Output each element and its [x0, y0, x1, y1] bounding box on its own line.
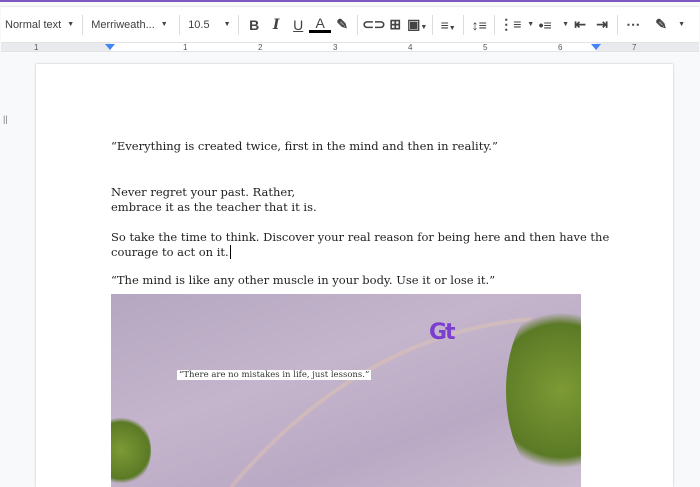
divider	[179, 14, 181, 35]
style-value: Normal text	[5, 18, 62, 31]
ruler[interactable]: 1 1 2 3 4 5 6 7	[1, 42, 699, 52]
comment-icon[interactable]: ⊞	[384, 16, 406, 33]
bulleted-list-icon[interactable]: •≡	[534, 17, 556, 33]
paragraph-text: courage to act on it.	[111, 245, 229, 259]
image-caption: “There are no mistakes in life, just les…	[177, 370, 372, 380]
ruler-label: 6	[558, 43, 563, 52]
underline-icon[interactable]: U	[287, 17, 309, 33]
chevron-down-icon[interactable]: ▼	[527, 21, 534, 28]
right-indent-marker[interactable]	[591, 44, 601, 50]
paragraph: “The mind is like any other muscle in yo…	[111, 273, 496, 287]
font-size-value: 10.5	[188, 18, 210, 31]
paragraph: “Everything is created twice, first in t…	[111, 139, 498, 153]
chevron-down-icon[interactable]: ▼	[678, 21, 685, 28]
drag-handle-icon[interactable]: ||	[3, 114, 8, 124]
line-spacing-icon[interactable]: ↕≡	[468, 17, 490, 33]
text-color-icon[interactable]: A	[309, 16, 332, 33]
logo-watermark: Gt	[429, 320, 456, 345]
image-icon[interactable]: ▣▼	[406, 16, 428, 33]
link-icon[interactable]: ⊂⊃	[362, 16, 385, 33]
ruler-margin-right	[596, 43, 699, 51]
font-value: Merriweath...	[91, 18, 155, 31]
bold-icon[interactable]: B	[243, 17, 265, 33]
edit-mode-icon[interactable]: ✎	[650, 16, 672, 33]
divider	[432, 14, 434, 35]
ruler-margin-left	[1, 43, 111, 51]
ruler-label: 1	[183, 43, 188, 52]
paragraph: Never regret your past. Rather,	[111, 185, 296, 199]
ruler-label: 1	[34, 43, 39, 52]
document-page[interactable]: “Everything is created twice, first in t…	[36, 64, 673, 487]
text-cursor	[229, 245, 235, 259]
chevron-down-icon: ▼	[67, 21, 75, 28]
align-icon[interactable]: ≡▼	[437, 17, 459, 33]
more-icon[interactable]: ⋯	[622, 16, 644, 33]
ruler-label: 4	[408, 43, 413, 52]
paragraph: embrace it as the teacher that it is.	[111, 200, 317, 214]
paragraph: So take the time to think. Discover your…	[111, 230, 610, 244]
ruler-label: 7	[632, 43, 637, 52]
inline-image[interactable]: “There are no mistakes in life, just les…	[111, 294, 581, 487]
highlight-icon[interactable]: ✎	[331, 16, 353, 33]
increase-indent-icon[interactable]: ⇥	[591, 16, 613, 33]
toolbar: Normal text ▼ Merriweath... ▼ 10.5 ▼ B I U …	[1, 6, 699, 42]
numbered-list-icon[interactable]: ⋮≡	[499, 16, 521, 33]
ruler-label: 3	[333, 43, 338, 52]
font-size-select[interactable]: 10.5 ▼	[184, 13, 234, 37]
chevron-down-icon[interactable]: ▼	[562, 21, 569, 28]
font-select[interactable]: Merriweath... ▼	[87, 13, 175, 37]
style-select[interactable]: Normal text ▼	[1, 13, 78, 37]
decrease-indent-icon[interactable]: ⇤	[569, 16, 591, 33]
ruler-label: 2	[258, 43, 263, 52]
left-indent-marker[interactable]	[105, 44, 115, 50]
paragraph: courage to act on it.	[111, 245, 235, 259]
divider	[238, 14, 240, 35]
divider	[82, 14, 84, 35]
italic-icon[interactable]: I	[265, 17, 287, 33]
divider	[494, 14, 496, 35]
chevron-down-icon: ▼	[160, 21, 168, 28]
divider	[617, 14, 619, 35]
divider	[357, 14, 359, 35]
ruler-label: 5	[483, 43, 488, 52]
divider	[463, 14, 465, 35]
chevron-down-icon: ▼	[223, 21, 231, 28]
